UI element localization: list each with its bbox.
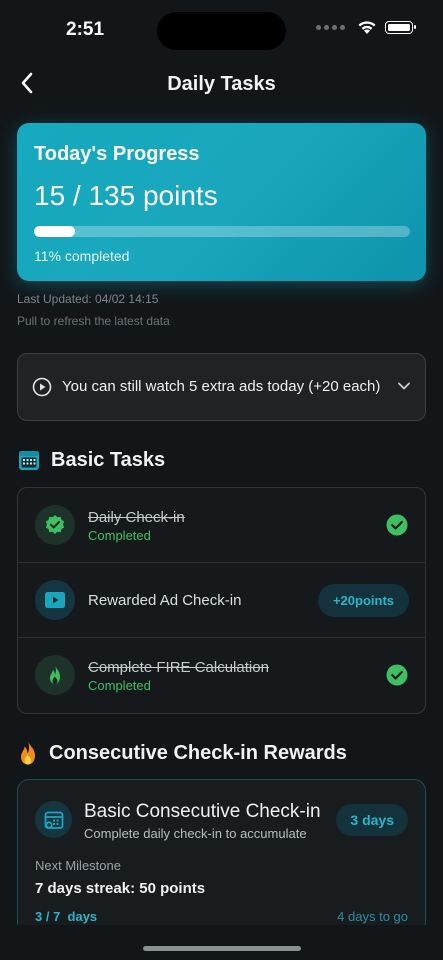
fire-icon bbox=[21, 741, 35, 765]
progress-percent: 11% completed bbox=[34, 248, 130, 264]
play-video-icon bbox=[35, 580, 75, 620]
basic-tasks-title: Basic Tasks bbox=[51, 448, 166, 471]
task-name: Complete FIRE Calculation bbox=[88, 659, 269, 676]
streak-card-title: Basic Consecutive Check-in bbox=[84, 801, 321, 822]
calendar-plus-icon bbox=[35, 801, 72, 838]
bottom-safe-area bbox=[0, 925, 443, 960]
extra-ads-banner[interactable]: You can still watch 5 extra ads today (+… bbox=[17, 353, 426, 421]
status-time: 2:51 bbox=[66, 19, 105, 40]
streak-days-badge: 3 days bbox=[336, 804, 408, 836]
status-bar: 2:51 bbox=[0, 0, 443, 60]
days-to-go: 4 days to go bbox=[337, 909, 408, 924]
task-status: Completed bbox=[88, 678, 151, 693]
task-rewarded-ad-check-in[interactable]: Rewarded Ad Check-in +20points bbox=[18, 563, 425, 638]
nav-bar: Daily Tasks bbox=[0, 62, 443, 106]
reward-points-badge[interactable]: +20points bbox=[317, 584, 409, 617]
next-milestone-value: 7 days streak: 50 points bbox=[35, 880, 206, 897]
extra-ads-text: You can still watch 5 extra ads today (+… bbox=[62, 378, 381, 395]
next-milestone-label: Next Milestone bbox=[35, 858, 121, 873]
verified-badge-icon bbox=[35, 505, 75, 545]
play-circle-icon bbox=[32, 377, 52, 397]
streak-card-subtitle: Complete daily check-in to accumulate bbox=[84, 826, 307, 841]
task-status: Completed bbox=[88, 528, 151, 543]
progress-card: Today's Progress 15 / 135 points 11% com… bbox=[17, 123, 426, 281]
page-title: Daily Tasks bbox=[167, 73, 276, 95]
streak-rewards-title: Consecutive Check-in Rewards bbox=[49, 741, 347, 764]
last-updated-text: Last Updated: 04/02 14:15 bbox=[17, 292, 159, 306]
pull-to-refresh-hint: Pull to refresh the latest data bbox=[17, 314, 170, 328]
progress-bar-fill bbox=[34, 226, 76, 237]
basic-tasks-header: Basic Tasks bbox=[17, 448, 165, 472]
task-daily-check-in[interactable]: Daily Check-in Completed bbox=[18, 488, 425, 563]
home-indicator[interactable] bbox=[143, 946, 301, 951]
task-name: Daily Check-in bbox=[88, 509, 185, 526]
status-icons bbox=[316, 20, 416, 35]
battery-icon bbox=[385, 21, 416, 34]
flame-icon bbox=[35, 655, 75, 695]
basic-tasks-list: Daily Check-in Completed Rewarded Ad Che… bbox=[17, 487, 426, 714]
wifi-icon bbox=[358, 21, 376, 34]
check-circle-icon bbox=[386, 514, 408, 536]
calendar-icon bbox=[19, 451, 39, 470]
streak-day-count: 3 / 7 days bbox=[35, 909, 98, 924]
dynamic-island bbox=[157, 12, 286, 50]
progress-title: Today's Progress bbox=[34, 143, 200, 165]
check-circle-icon bbox=[386, 664, 408, 686]
chevron-down-icon[interactable] bbox=[397, 379, 411, 393]
progress-bar bbox=[34, 226, 410, 237]
progress-points: 15 / 135 points bbox=[34, 180, 218, 211]
signal-dots-icon bbox=[316, 25, 345, 30]
task-name: Rewarded Ad Check-in bbox=[88, 592, 242, 609]
streak-rewards-header: Consecutive Check-in Rewards bbox=[17, 740, 347, 766]
task-complete-fire-calculation[interactable]: Complete FIRE Calculation Completed bbox=[18, 638, 425, 713]
